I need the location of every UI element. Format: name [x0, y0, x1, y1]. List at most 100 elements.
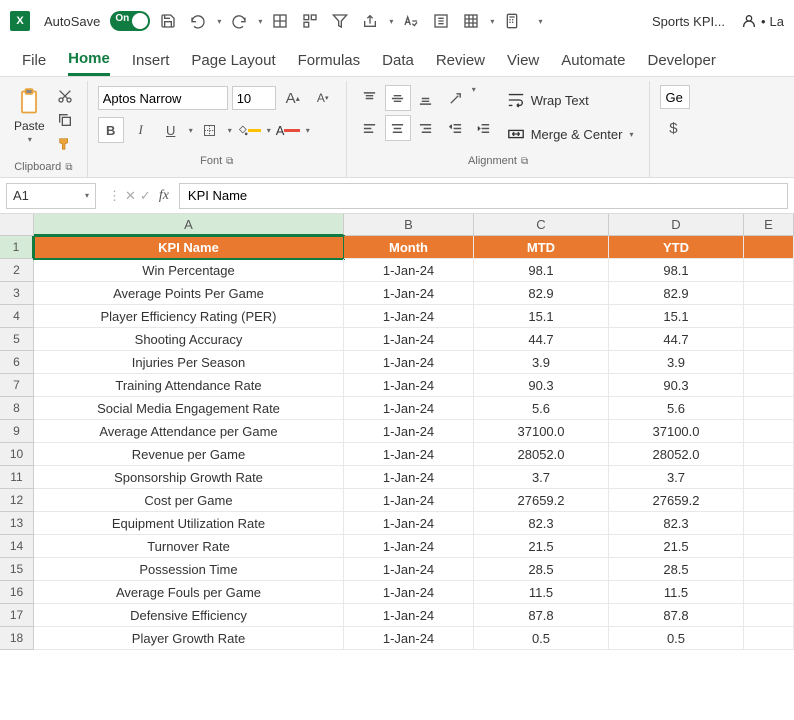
share-dropdown[interactable]: ▾ [389, 17, 393, 26]
copy-icon[interactable] [53, 109, 77, 131]
decrease-indent-icon[interactable] [443, 115, 469, 141]
row-header[interactable]: 15 [0, 558, 34, 581]
cell[interactable]: 1-Jan-24 [344, 558, 474, 581]
font-name-select[interactable] [98, 86, 228, 110]
cell[interactable]: 3.7 [474, 466, 609, 489]
cell[interactable]: 21.5 [474, 535, 609, 558]
tab-data[interactable]: Data [382, 52, 414, 75]
row-header[interactable]: 1 [0, 236, 34, 259]
font-size-select[interactable] [232, 86, 276, 110]
tab-page-layout[interactable]: Page Layout [191, 52, 275, 75]
cell[interactable]: 1-Jan-24 [344, 351, 474, 374]
spelling-icon[interactable] [399, 9, 423, 33]
cell[interactable] [744, 512, 794, 535]
cell[interactable]: 5.6 [609, 397, 744, 420]
cell[interactable]: 37100.0 [474, 420, 609, 443]
document-title[interactable]: Sports KPI... [652, 14, 725, 29]
paste-button[interactable]: Paste ▾ [10, 85, 49, 155]
row-header[interactable]: 13 [0, 512, 34, 535]
cell[interactable] [744, 397, 794, 420]
cell[interactable] [744, 259, 794, 282]
align-left-icon[interactable] [357, 115, 383, 141]
tab-home[interactable]: Home [68, 50, 110, 76]
cell[interactable] [744, 236, 794, 259]
col-header-D[interactable]: D [609, 214, 744, 236]
format-painter-icon[interactable] [53, 133, 77, 155]
cell[interactable]: Cost per Game [34, 489, 344, 512]
cell[interactable]: 1-Jan-24 [344, 489, 474, 512]
row-header[interactable]: 12 [0, 489, 34, 512]
redo-icon[interactable] [227, 9, 251, 33]
cell[interactable]: 82.9 [474, 282, 609, 305]
cell[interactable]: 90.3 [609, 374, 744, 397]
cell[interactable]: 1-Jan-24 [344, 282, 474, 305]
cell[interactable]: 28.5 [609, 558, 744, 581]
grow-font-icon[interactable]: A▴ [280, 85, 306, 111]
tab-formulas[interactable]: Formulas [298, 52, 361, 75]
cell[interactable]: 27659.2 [609, 489, 744, 512]
cell[interactable]: 28052.0 [474, 443, 609, 466]
cell[interactable]: 1-Jan-24 [344, 328, 474, 351]
cell[interactable]: 1-Jan-24 [344, 374, 474, 397]
align-bottom-icon[interactable] [413, 85, 439, 111]
cell[interactable]: 1-Jan-24 [344, 627, 474, 650]
share-icon[interactable] [358, 9, 382, 33]
cell[interactable]: 82.3 [474, 512, 609, 535]
cell[interactable]: 1-Jan-24 [344, 443, 474, 466]
shrink-font-icon[interactable]: A▾ [310, 85, 336, 111]
cell[interactable] [744, 351, 794, 374]
orientation-icon[interactable] [443, 85, 469, 111]
row-header[interactable]: 5 [0, 328, 34, 351]
cell[interactable]: Training Attendance Rate [34, 374, 344, 397]
user-badge[interactable]: • La [741, 13, 784, 29]
cell[interactable]: 82.9 [609, 282, 744, 305]
cell[interactable]: Player Growth Rate [34, 627, 344, 650]
cell[interactable]: Turnover Rate [34, 535, 344, 558]
table-dropdown[interactable]: ▾ [490, 17, 494, 26]
row-header[interactable]: 2 [0, 259, 34, 282]
cell[interactable]: 11.5 [474, 581, 609, 604]
cell[interactable]: 98.1 [609, 259, 744, 282]
row-header[interactable]: 6 [0, 351, 34, 374]
cell[interactable]: 1-Jan-24 [344, 604, 474, 627]
cell[interactable]: MTD [474, 236, 609, 259]
row-header[interactable]: 9 [0, 420, 34, 443]
tab-view[interactable]: View [507, 52, 539, 75]
tab-developer[interactable]: Developer [647, 52, 715, 75]
cell[interactable]: Revenue per Game [34, 443, 344, 466]
autosave-toggle[interactable]: On [110, 11, 150, 31]
borders-dropdown[interactable]: ▾ [228, 126, 232, 135]
row-header[interactable]: 8 [0, 397, 34, 420]
row-header[interactable]: 17 [0, 604, 34, 627]
row-header[interactable]: 3 [0, 282, 34, 305]
cell[interactable]: Social Media Engagement Rate [34, 397, 344, 420]
cell[interactable]: 5.6 [474, 397, 609, 420]
cell[interactable] [744, 581, 794, 604]
orientation-dropdown[interactable]: ▾ [472, 85, 476, 111]
cell[interactable]: Average Attendance per Game [34, 420, 344, 443]
enter-icon[interactable]: ✓ [140, 188, 151, 204]
underline-dropdown[interactable]: ▾ [189, 126, 193, 135]
cell[interactable]: 15.1 [474, 305, 609, 328]
align-top-icon[interactable] [357, 85, 383, 111]
insert-function-button[interactable]: fx [155, 188, 173, 204]
col-header-E[interactable]: E [744, 214, 794, 236]
bold-button[interactable]: B [98, 117, 124, 143]
cell[interactable]: 98.1 [474, 259, 609, 282]
redo-dropdown[interactable]: ▾ [258, 17, 262, 26]
table-icon[interactable] [459, 9, 483, 33]
cell[interactable]: Player Efficiency Rating (PER) [34, 305, 344, 328]
select-all-button[interactable] [0, 214, 34, 236]
row-header[interactable]: 7 [0, 374, 34, 397]
tab-insert[interactable]: Insert [132, 52, 170, 75]
col-header-C[interactable]: C [474, 214, 609, 236]
alignment-launcher[interactable]: ⧉ [521, 156, 528, 167]
filter-icon[interactable] [328, 9, 352, 33]
tab-review[interactable]: Review [436, 52, 485, 75]
cell[interactable]: 3.9 [609, 351, 744, 374]
cell[interactable]: 1-Jan-24 [344, 305, 474, 328]
cell[interactable]: YTD [609, 236, 744, 259]
cell[interactable]: Win Percentage [34, 259, 344, 282]
merge-center-button[interactable]: Merge & Center ▾ [501, 123, 640, 145]
cell[interactable] [744, 604, 794, 627]
